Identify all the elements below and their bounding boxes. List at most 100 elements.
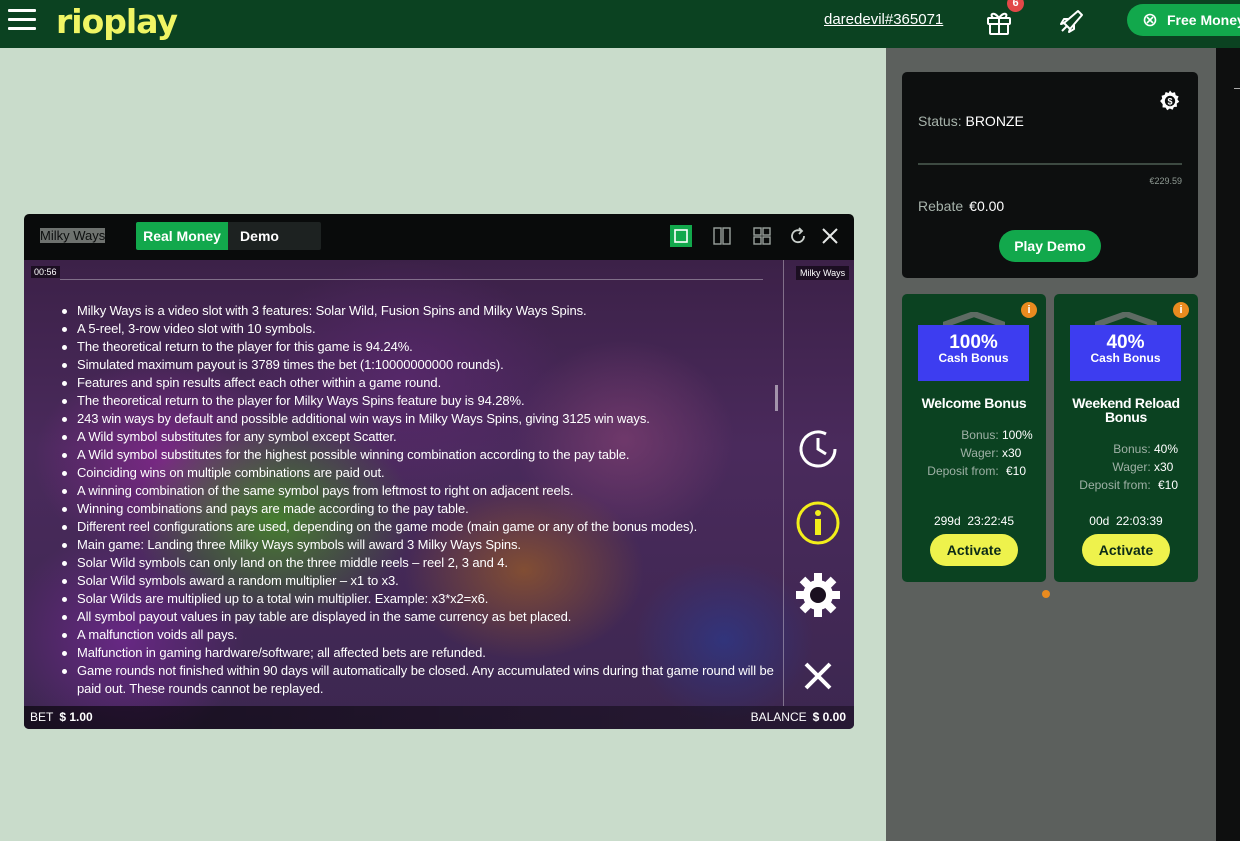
settings-gear-icon[interactable] [795,572,841,618]
split-view-icon[interactable] [711,225,733,247]
history-clock-icon[interactable] [795,426,841,472]
rule-item: Solar Wilds are multiplied up to a total… [62,590,777,608]
loyalty-status-card: $ Status: BRONZE €229.59 Rebate €0.00 Pla… [902,72,1198,278]
game-rules-list: Milky Ways is a video slot with 3 featur… [62,302,777,698]
rule-item: A 5-reel, 3-row video slot with 10 symbo… [62,320,777,338]
status-key: Status: [918,113,962,129]
rule-item: A Wild symbol substitutes for the highes… [62,446,777,464]
rule-item: The theoretical return to the player for… [62,392,777,410]
rule-item: Solar Wild symbols can only land on the … [62,554,777,572]
bonus-title-line: Weekend Reload [1072,395,1180,411]
bonus-value: 40% [1154,442,1179,456]
bonus-details: Bonus: 100% Wager: x30 Deposit from: €10 [902,426,1046,480]
bonus-countdown: 299d 23:22:45 [933,514,1015,528]
bonus-type: Cash Bonus [1090,351,1161,365]
status-progress-amount: €229.59 [1149,176,1182,186]
bonus-key: Bonus: [1113,442,1151,456]
far-right-strip [1216,48,1240,841]
bonus-badge: 100% Cash Bonus [918,325,1029,381]
free-money-button[interactable]: Free Money [1127,4,1240,36]
wager-value: x30 [1002,446,1022,460]
username-link[interactable]: daredevil#365071 [824,11,943,28]
bet-label: BET [30,710,54,724]
free-money-label: Free Money [1167,12,1240,28]
bonus-card-weekend-reload: i 40% Cash Bonus Weekend Reload Bonus Bo… [1054,294,1198,582]
bet-value: $ 1.00 [59,710,93,724]
deposit-key: Deposit from: [927,464,999,478]
wager-value: x30 [1154,460,1174,474]
bonus-percent: 100% [949,332,998,353]
balance-label: BALANCE [750,710,807,724]
close-icon[interactable] [795,653,841,699]
rule-item: Game rounds not finished within 90 days … [62,662,777,698]
rocket-icon[interactable] [1058,7,1086,35]
rule-item: Milky Ways is a video slot with 3 featur… [62,302,777,320]
game-status-bar: BET $ 1.00 BALANCE $ 0.00 [24,706,854,729]
rebate-label: Rebate €0.00 [918,198,1004,214]
bonus-value: 100% [1002,428,1033,442]
info-icon[interactable]: i [1173,302,1189,318]
rioplay-logo[interactable]: rioplay [56,2,178,41]
close-icon[interactable] [819,225,841,247]
rule-item: Solar Wild symbols award a random multip… [62,572,777,590]
refresh-icon[interactable] [787,225,809,247]
deposit-value: €10 [1158,478,1179,492]
tab-real-money[interactable]: Real Money [136,222,228,250]
rule-item: A malfunction voids all pays. [62,626,777,644]
activate-button[interactable]: Activate [1082,534,1170,566]
rule-item: Main game: Landing three Milky Ways symb… [62,536,777,554]
rule-item: A Wild symbol substitutes for any symbol… [62,428,777,446]
rule-item: All symbol payout values in pay table ar… [62,608,777,626]
rule-item: Features and spin results affect each ot… [62,374,777,392]
grid-view-icon[interactable] [751,225,773,247]
rule-item: A winning combination of the same symbol… [62,482,777,500]
carousel-indicator-dot[interactable] [1042,590,1050,598]
rule-item: The theoretical return to the player for… [62,338,777,356]
info-icon[interactable] [795,500,841,546]
game-side-title: Milky Ways [796,266,850,280]
wager-key: Wager: [960,446,999,460]
deposit-value: €10 [1006,464,1027,478]
gift-badge-count: 6 [1007,0,1024,12]
bonus-type: Cash Bonus [938,351,1009,365]
elapsed-time: 00:56 [31,266,60,278]
hamburger-menu-icon[interactable] [8,9,36,33]
bonus-percent: 40% [1106,332,1145,353]
tab-demo[interactable]: Demo [228,222,321,250]
balance-display: BALANCE $ 0.00 [751,710,846,724]
rule-item: Malfunction in gaming hardware/software;… [62,644,777,662]
bonus-title-line: Bonus [1104,409,1148,425]
rule-item: 243 win ways by default and possible add… [62,410,777,428]
info-icon[interactable]: i [1021,302,1037,318]
activate-button[interactable]: Activate [930,534,1018,566]
rule-item: Different reel configurations are used, … [62,518,777,536]
bonus-badge: 40% Cash Bonus [1070,325,1181,381]
bonus-countdown: 00d 22:03:39 [1089,514,1163,528]
time-progress-line [60,279,763,280]
game-canvas[interactable]: 00:56 Milky Ways Milky Ways is a video s… [24,260,854,729]
bonus-details: Bonus: 40% Wager: x30 Deposit from: €10 [1054,440,1198,494]
rule-item: Simulated maximum payout is 3789 times t… [62,356,777,374]
top-navigation-bar: rioplay daredevil#365071 6 Free Money [0,0,1240,48]
balance-value: $ 0.00 [812,710,846,724]
rebate-key: Rebate [918,198,964,214]
play-demo-button[interactable]: Play Demo [999,230,1101,262]
single-view-icon[interactable] [670,225,692,247]
bonus-title: Welcome Bonus [921,395,1027,411]
free-money-icon [1143,13,1157,27]
status-value: BRONZE [965,113,1024,129]
bet-display: BET $ 1.00 [30,710,93,724]
status-label: Status: BRONZE [918,113,1024,129]
deposit-key: Deposit from: [1079,478,1151,492]
game-sidebar-divider [783,260,784,706]
game-window: Milky Ways Real Money Demo 00:56 Milky W… [24,214,854,729]
status-progress-bar [918,163,1182,165]
bonus-title: Weekend Reload Bonus [1054,396,1198,424]
rule-item: Winning combinations and pays are made a… [62,500,777,518]
wager-key: Wager: [1112,460,1151,474]
settings-gear-icon[interactable]: $ [1158,89,1182,113]
rule-item: Coinciding wins on multiple combinations… [62,464,777,482]
game-title: Milky Ways [40,228,106,243]
bonus-card-welcome: i 100% Cash Bonus Welcome Bonus Bonus: 1… [902,294,1046,582]
gift-icon[interactable] [985,8,1013,36]
